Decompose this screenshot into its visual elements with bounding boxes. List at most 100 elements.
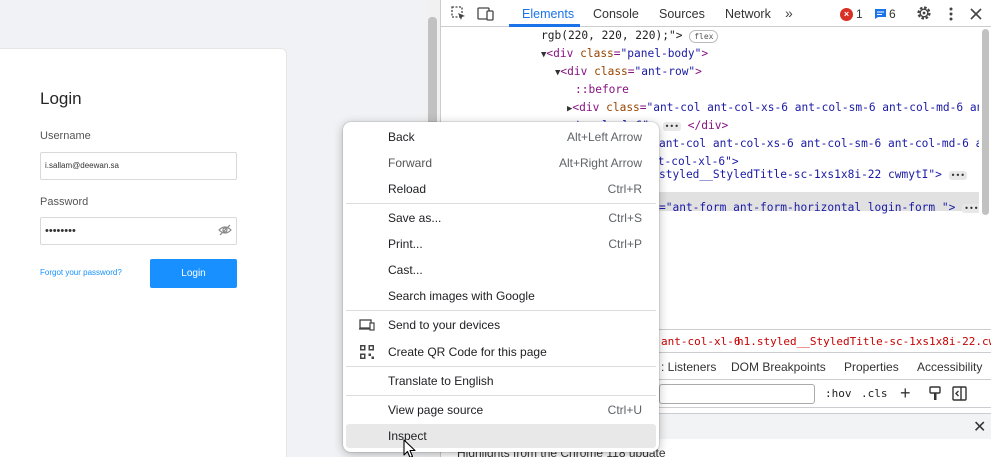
flex-badge[interactable]: flex — [689, 29, 719, 43]
menu-item-send-to-devices[interactable]: Send to your devices — [346, 313, 656, 337]
dom-line-selected[interactable]: styled__StyledTitle-sc-1xs1x8i-22 cwmytI… — [659, 166, 968, 184]
breadcrumb-item[interactable]: h1.styled__StyledTitle-sc-1xs1x8i-22.cwm… — [737, 335, 991, 348]
dom-line[interactable]: ▼<div class="panel-body"> — [541, 45, 708, 63]
ellipsis-icon[interactable]: ••• — [662, 121, 682, 131]
dom-tag: </div> — [687, 119, 729, 132]
dom-attr-value: "ant-row" — [634, 65, 696, 78]
new-style-rule-icon[interactable]: + — [900, 383, 911, 404]
dom-line[interactable]: ant-col ant-col-xs-6 ant-col-sm-6 ant-co… — [659, 135, 979, 153]
dom-attr-value: "ant-col ant-col-xs-6 ant-col-sm-6 ant-c… — [646, 101, 979, 114]
tab-properties[interactable]: Properties — [844, 360, 899, 374]
close-devtools-icon[interactable] — [967, 5, 985, 23]
dom-attr: class — [594, 65, 628, 78]
dom-attr-value: ant-col ant-col-xs-6 ant-col-sm-6 ant-co… — [659, 137, 979, 150]
dom-text: rgb(220, 220, 220);"> — [541, 29, 683, 42]
menu-item-shortcut: Ctrl+U — [607, 403, 642, 417]
menu-item-label: Cast... — [388, 263, 423, 277]
tab-sources[interactable]: Sources — [659, 7, 705, 21]
username-label: Username — [40, 130, 91, 142]
menu-separator — [346, 366, 656, 367]
dom-tree-scrollbar-thumb[interactable] — [982, 29, 989, 215]
dom-attr: class — [580, 47, 614, 60]
tab-dom-breakpoints[interactable]: DOM Breakpoints — [731, 360, 826, 374]
message-icon[interactable] — [874, 8, 887, 20]
menu-item-inspect[interactable]: Inspect — [346, 424, 656, 448]
menu-item-cast[interactable]: Cast... — [346, 258, 656, 282]
breadcrumb-item[interactable]: ant-col-xl-6 — [661, 335, 740, 348]
dom-line[interactable]: rgb(220, 220, 220);"> flex — [541, 27, 719, 45]
menu-item-shortcut: Ctrl+S — [608, 211, 642, 225]
qr-code-icon — [360, 345, 374, 359]
dom-attr-value: styled__StyledTitle-sc-1xs1x8i-22 cwmytI… — [659, 168, 942, 181]
dom-attr-value: ="ant-form ant-form-horizontal login-for… — [659, 201, 956, 214]
dom-line[interactable]: ▼<div class="ant-row"> — [555, 63, 702, 81]
login-button[interactable]: Login — [150, 259, 237, 288]
dom-tag: <div — [546, 47, 581, 60]
toggle-sidebar-icon[interactable] — [952, 386, 967, 401]
more-tabs-icon[interactable]: » — [785, 5, 793, 21]
styles-filter-input[interactable] — [659, 384, 815, 404]
menu-item-forward[interactable]: Forward Alt+Right Arrow — [346, 151, 656, 175]
menu-item-label: View page source — [388, 403, 484, 417]
menu-item-shortcut: Ctrl+P — [608, 237, 642, 251]
menu-item-label: Save as... — [388, 211, 442, 225]
tab-event-listeners[interactable]: : Listeners — [661, 360, 716, 374]
hov-button[interactable]: :hov — [825, 387, 852, 400]
error-icon[interactable]: × — [840, 8, 853, 21]
menu-item-label: Print... — [388, 237, 423, 251]
login-title: Login — [40, 89, 82, 108]
menu-item-shortcut: Ctrl+R — [607, 182, 642, 196]
menu-item-search-images[interactable]: Search images with Google — [346, 284, 656, 308]
menu-separator — [346, 395, 656, 396]
eye-off-icon[interactable] — [218, 224, 232, 236]
menu-item-label: Forward — [388, 156, 433, 170]
menu-item-shortcut: Alt+Left Arrow — [566, 130, 642, 144]
menu-item-save-as[interactable]: Save as... Ctrl+S — [346, 206, 656, 230]
devices-icon — [359, 319, 375, 331]
menu-separator — [346, 203, 656, 204]
paint-brush-icon[interactable] — [928, 386, 942, 401]
device-toolbar-icon[interactable] — [477, 5, 495, 23]
menu-item-label: Search images with Google — [388, 289, 535, 303]
dom-line[interactable]: ="ant-form ant-form-horizontal login-for… — [659, 199, 979, 217]
more-options-icon[interactable] — [942, 5, 960, 23]
dom-tag: <div — [572, 101, 607, 114]
menu-item-print[interactable]: Print... Ctrl+P — [346, 232, 656, 256]
tab-elements[interactable]: Elements — [522, 7, 574, 21]
mouse-cursor-icon — [403, 439, 416, 457]
ellipsis-icon[interactable]: ••• — [962, 203, 979, 213]
close-drawer-icon[interactable]: ✕ — [973, 417, 986, 437]
username-input[interactable]: i.sallam@deewan.sa — [40, 152, 237, 180]
dom-line[interactable]: ▶<div class="ant-col ant-col-xs-6 ant-co… — [567, 99, 979, 117]
inspect-element-icon[interactable] — [450, 5, 468, 23]
tab-console[interactable]: Console — [593, 7, 639, 21]
ellipsis-icon[interactable]: ••• — [948, 170, 968, 180]
menu-item-view-source[interactable]: View page source Ctrl+U — [346, 398, 656, 422]
dom-attr-value: "panel-body" — [620, 47, 702, 60]
message-count[interactable]: 6 — [889, 7, 896, 21]
menu-item-label: Translate to English — [388, 374, 494, 388]
cls-button[interactable]: .cls — [861, 387, 888, 400]
dom-attr: class — [606, 101, 640, 114]
dom-tag: <div — [560, 65, 595, 78]
tab-network[interactable]: Network — [725, 7, 771, 21]
error-count[interactable]: 1 — [856, 7, 863, 21]
menu-item-translate[interactable]: Translate to English — [346, 369, 656, 393]
menu-item-label: Back — [388, 130, 415, 144]
tab-accessibility[interactable]: Accessibility — [917, 360, 982, 374]
menu-item-shortcut: Alt+Right Arrow — [558, 156, 642, 170]
dom-pseudo: ::before — [575, 83, 629, 96]
menu-item-label: Create QR Code for this page — [388, 345, 547, 359]
menu-item-label: Reload — [388, 182, 427, 196]
login-card: Login Username i.sallam@deewan.sa Passwo… — [0, 48, 287, 457]
menu-item-reload[interactable]: Reload Ctrl+R — [346, 177, 656, 201]
menu-item-label: Send to your devices — [388, 318, 501, 332]
settings-gear-icon[interactable] — [915, 4, 933, 22]
menu-item-back[interactable]: Back Alt+Left Arrow — [346, 125, 656, 149]
menu-item-qr-code[interactable]: Create QR Code for this page — [346, 340, 656, 364]
dom-tree-scrollbar[interactable] — [979, 27, 991, 327]
password-label: Password — [40, 196, 89, 208]
password-input[interactable]: •••••••• — [40, 217, 237, 245]
forgot-password-link[interactable]: Forgot your password? — [40, 268, 122, 277]
dom-line[interactable]: ::before — [575, 81, 629, 99]
